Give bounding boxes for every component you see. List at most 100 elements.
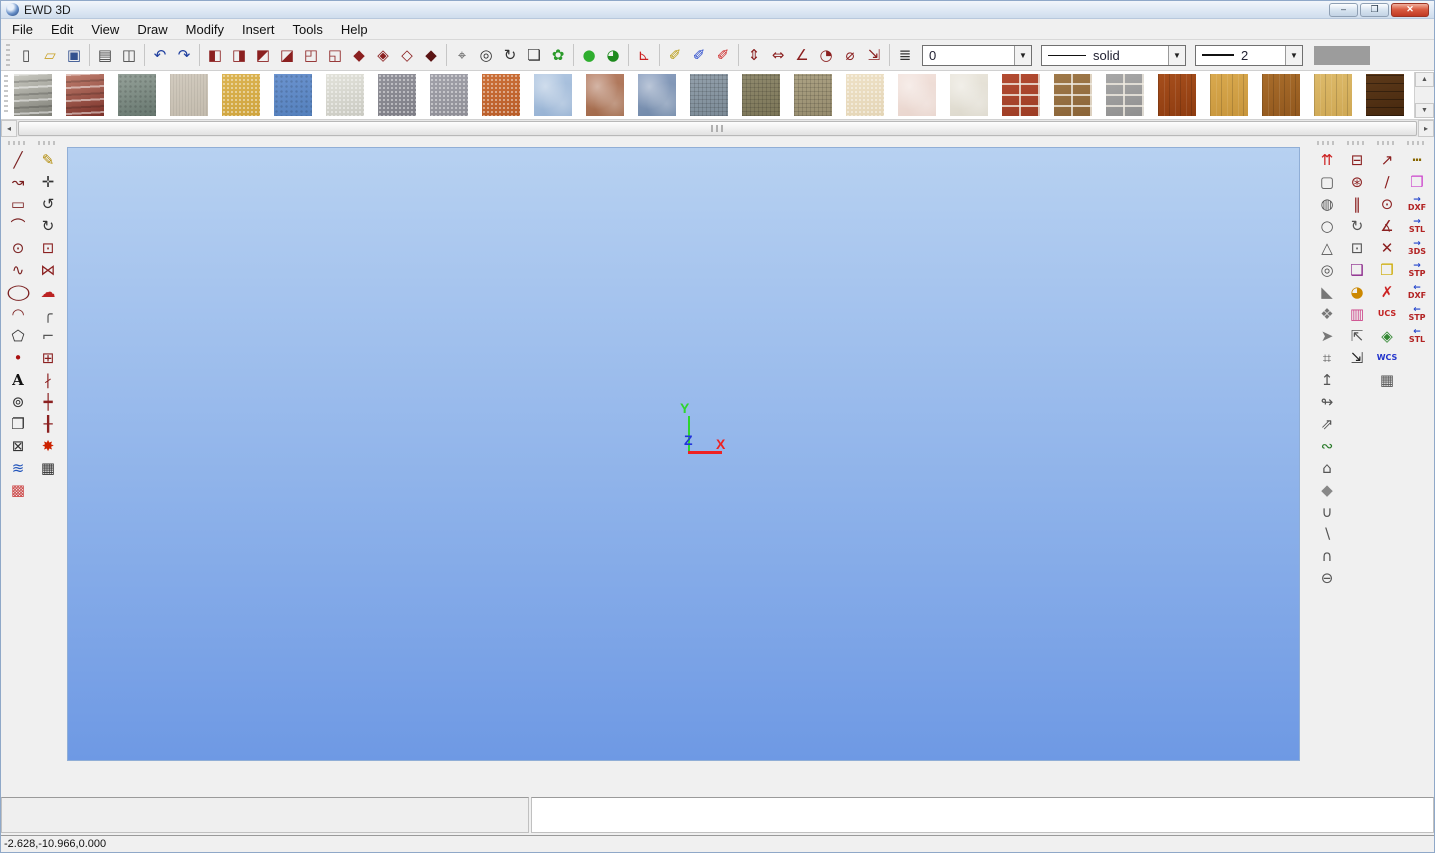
paint-material-clear[interactable]: ✐ [711, 43, 735, 67]
linetype-dropdown-arrow[interactable]: ▼ [1168, 46, 1185, 65]
draw-circle[interactable]: ⊙ [6, 237, 30, 259]
paint-material-pick[interactable]: ✐ [687, 43, 711, 67]
texture-slate-blue[interactable] [638, 74, 676, 116]
texture-scroll-down-icon[interactable]: ▼ [1415, 103, 1434, 118]
menu-draw[interactable]: Draw [128, 20, 176, 39]
draw-spline[interactable]: ∿ [6, 259, 30, 281]
solid-box[interactable]: ▢ [1315, 171, 1339, 193]
center-circle[interactable]: ⊙ [1375, 193, 1399, 215]
drawing-canvas[interactable]: Y X Z [67, 147, 1300, 761]
copy-rotate[interactable]: ↺ [36, 193, 60, 215]
toolbar-grip[interactable] [6, 44, 10, 66]
texture-gray-granite[interactable] [378, 74, 416, 116]
snap-toolbar-grip[interactable] [1377, 141, 1397, 145]
view-bottom[interactable]: ◱ [323, 43, 347, 67]
view-back[interactable]: ◨ [227, 43, 251, 67]
push-pull[interactable]: ⇈ [1315, 149, 1339, 171]
solid-cylinder[interactable]: ◍ [1315, 193, 1339, 215]
texture-antique-brick[interactable] [1054, 74, 1092, 116]
trim-solid[interactable]: ⊛ [1345, 171, 1369, 193]
scroll-left-icon[interactable]: ◂ [1, 120, 17, 137]
dim-radius[interactable]: ◔ [814, 43, 838, 67]
view-left[interactable]: ◩ [251, 43, 275, 67]
hatch[interactable]: ≋ [6, 457, 30, 479]
export-stl[interactable]: STL [1405, 215, 1429, 237]
paint-material[interactable]: ✐ [663, 43, 687, 67]
menu-help[interactable]: Help [332, 20, 377, 39]
menu-modify[interactable]: Modify [177, 20, 233, 39]
dim-vertical[interactable]: ⇕ [742, 43, 766, 67]
import-stl[interactable]: STL [1405, 325, 1429, 347]
undo[interactable]: ↶ [148, 43, 172, 67]
dim-edit[interactable]: ⇲ [862, 43, 886, 67]
mirror-3d[interactable]: ‖ [1345, 193, 1369, 215]
zoom-page[interactable]: ❏ [522, 43, 546, 67]
import-stp[interactable]: STP [1405, 303, 1429, 325]
draw-toolbar-grip[interactable] [8, 141, 28, 145]
draw-text[interactable]: A [6, 369, 30, 391]
chamfer[interactable]: ⌐ [36, 325, 60, 347]
solid-group[interactable]: ❖ [1315, 303, 1339, 325]
move[interactable]: ✛ [36, 171, 60, 193]
delete-object[interactable]: ✗ [1375, 281, 1399, 303]
print-preview[interactable]: ◫ [117, 43, 141, 67]
draw-line[interactable]: ╱ [6, 149, 30, 171]
solid-cone[interactable]: △ [1315, 237, 1339, 259]
rotate[interactable]: ↻ [36, 215, 60, 237]
box-frame[interactable]: ⊡ [1345, 237, 1369, 259]
view-right[interactable]: ◪ [275, 43, 299, 67]
solid-torus[interactable]: ◎ [1315, 259, 1339, 281]
layers[interactable]: ≣ [893, 43, 917, 67]
texture-white-marble[interactable] [950, 74, 988, 116]
menu-insert[interactable]: Insert [233, 20, 284, 39]
sweep[interactable]: ↬ [1315, 391, 1339, 413]
open-file[interactable]: ▱ [38, 43, 62, 67]
color-swatch[interactable] [1314, 46, 1370, 65]
boolean-union[interactable]: ∪ [1315, 501, 1339, 523]
texture-blue-marble[interactable] [534, 74, 572, 116]
menu-tools[interactable]: Tools [283, 20, 331, 39]
solids-toolbar-grip[interactable] [1317, 141, 1337, 145]
snap-intersection[interactable]: ✕ [1375, 237, 1399, 259]
extrude[interactable]: ↥ [1315, 369, 1339, 391]
draw-ellipse[interactable]: ◯ [6, 281, 30, 303]
menu-file[interactable]: File [3, 20, 42, 39]
ucs[interactable]: UCS [1375, 303, 1399, 325]
restore-button[interactable]: ❐ [1360, 3, 1389, 17]
edge-line[interactable]: ∕ [1375, 171, 1399, 193]
texture-stone-brick[interactable] [1106, 74, 1144, 116]
section-plane[interactable]: ⊟ [1345, 149, 1369, 171]
wireframe-box[interactable]: ⌗ [1315, 347, 1339, 369]
draw-arc[interactable]: ⌒ [6, 215, 30, 237]
texture-green-granite[interactable] [118, 74, 156, 116]
rotate-view[interactable]: ↻ [498, 43, 522, 67]
draw-polygon[interactable]: ⬠ [6, 325, 30, 347]
dim-horizontal[interactable]: ⇔ [766, 43, 790, 67]
redo[interactable]: ↷ [172, 43, 196, 67]
texture-white-quartz[interactable] [326, 74, 364, 116]
explode[interactable]: ✸ [36, 435, 60, 457]
new-file[interactable]: ▯ [14, 43, 38, 67]
texture-walnut-wood[interactable] [1262, 74, 1300, 116]
view-se-iso[interactable]: ◇ [395, 43, 419, 67]
texture-burlap[interactable] [742, 74, 780, 116]
surface-roof[interactable]: ⌂ [1315, 457, 1339, 479]
draw-polyline[interactable]: ↝ [6, 171, 30, 193]
insert-region[interactable]: ⊚ [6, 391, 30, 413]
load-part[interactable]: ⇱ [1345, 325, 1369, 347]
scroll-thumb[interactable] [18, 121, 1417, 136]
menu-edit[interactable]: Edit [42, 20, 82, 39]
linetype-select[interactable]: solid ▼ [1041, 45, 1186, 66]
texture-rose-marble[interactable] [898, 74, 936, 116]
modify-toolbar-grip[interactable] [38, 141, 58, 145]
divide[interactable]: ∤ [36, 369, 60, 391]
scale[interactable]: ⊡ [36, 237, 60, 259]
boolean-subtract[interactable]: ∖ [1315, 523, 1339, 545]
view-top[interactable]: ◰ [299, 43, 323, 67]
texture-dark-plank[interactable] [1366, 74, 1404, 116]
texture-blue-stone[interactable] [274, 74, 312, 116]
print[interactable]: ▤ [93, 43, 117, 67]
solid-wedge[interactable]: ◣ [1315, 281, 1339, 303]
draw-point[interactable]: • [6, 347, 30, 369]
texture-denim-weave[interactable] [690, 74, 728, 116]
